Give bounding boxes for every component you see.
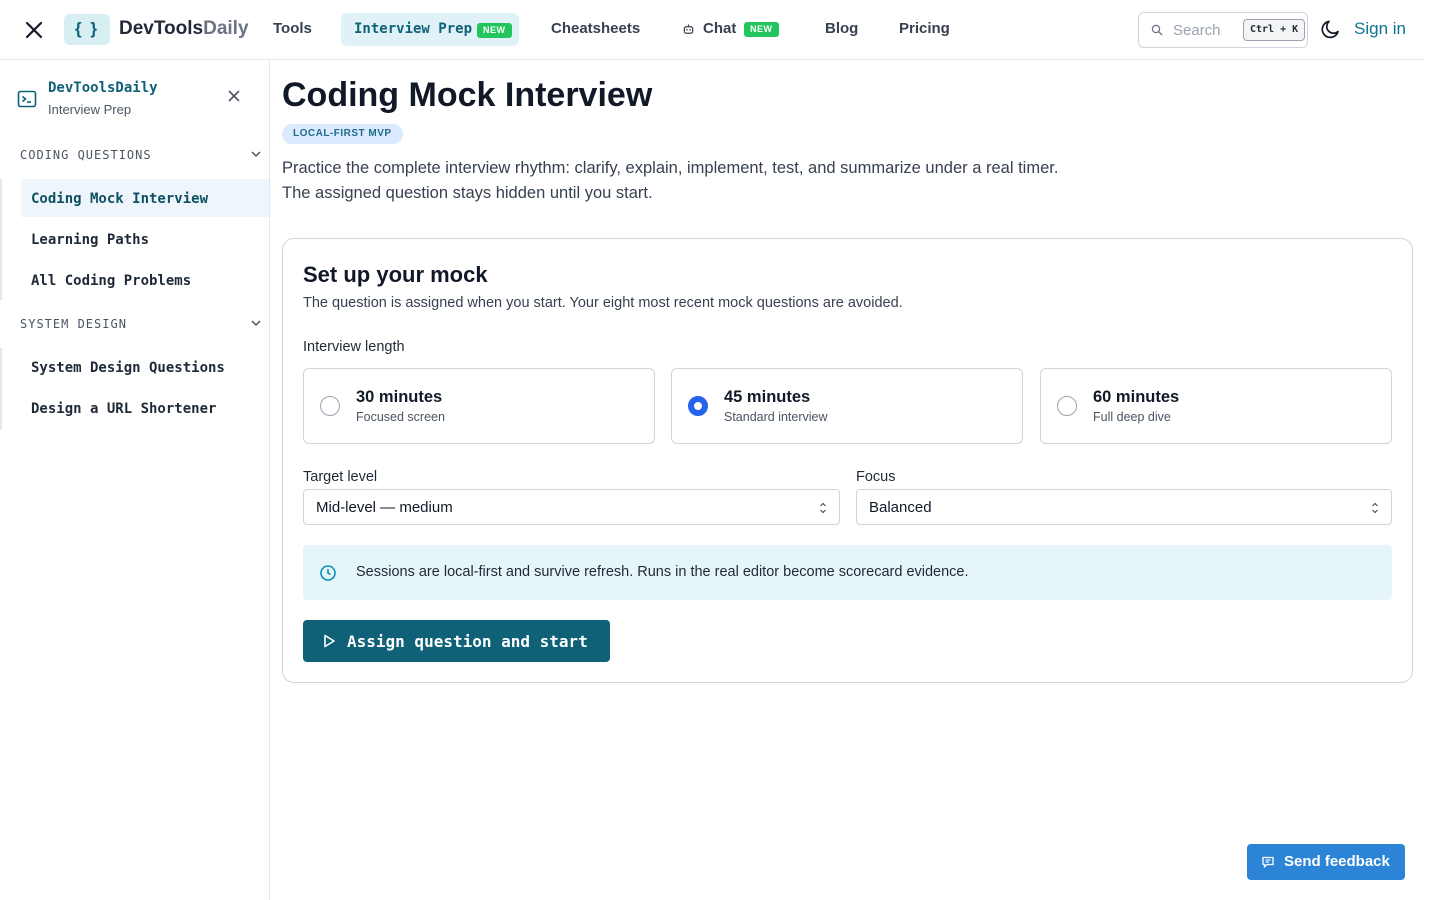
interview-length-label: Interview length xyxy=(303,339,405,355)
nav-interview-prep-label[interactable]: Interview Prep xyxy=(354,21,472,37)
close-icon[interactable] xyxy=(22,18,46,42)
chevron-updown-icon xyxy=(1372,502,1378,514)
logo-icon[interactable]: { } xyxy=(64,14,110,45)
option-subtitle: Standard interview xyxy=(724,410,828,424)
option-subtitle: Full deep dive xyxy=(1093,410,1171,424)
card-heading: Set up your mock xyxy=(303,262,488,287)
focus-label: Focus xyxy=(856,469,896,485)
length-option-45[interactable]: 45 minutes Standard interview xyxy=(671,368,1023,444)
search-icon xyxy=(1151,24,1163,36)
info-text: Sessions are local-first and survive ref… xyxy=(356,564,969,580)
radio-button[interactable] xyxy=(320,396,340,416)
brand-main: DevTools xyxy=(119,18,204,39)
sidebar-subtitle: Interview Prep xyxy=(48,102,132,117)
assign-and-start-button[interactable]: Assign question and start xyxy=(303,620,610,662)
feedback-label: Send feedback xyxy=(1284,853,1390,870)
target-level-select[interactable]: Mid-level — medium xyxy=(303,489,840,525)
nav-cheatsheets[interactable]: Cheatsheets xyxy=(551,20,640,37)
sidebar: DevToolsDaily Interview Prep CODING QUES… xyxy=(0,60,270,900)
length-option-30[interactable]: 30 minutes Focused screen xyxy=(303,368,655,444)
length-option-60[interactable]: 60 minutes Full deep dive xyxy=(1040,368,1392,444)
mock-setup-card: Set up your mock The question is assigne… xyxy=(282,238,1413,683)
sidebar-title: DevToolsDaily xyxy=(48,80,158,96)
sidebar-group-system-design[interactable]: SYSTEM DESIGN xyxy=(20,317,127,331)
nav-tools[interactable]: Tools xyxy=(273,20,312,37)
chevron-down-icon[interactable] xyxy=(250,148,262,160)
option-title: 45 minutes xyxy=(724,388,811,406)
sidebar-group-line xyxy=(0,179,2,300)
nav-pricing[interactable]: Pricing xyxy=(899,20,950,37)
sidebar-item-all-coding-problems[interactable]: All Coding Problems xyxy=(21,261,269,299)
nav-chat[interactable]: Chat xyxy=(703,20,736,37)
robot-icon xyxy=(683,24,694,34)
send-feedback-button[interactable]: Send feedback xyxy=(1247,844,1405,880)
sidebar-group-line xyxy=(0,348,2,430)
sidebar-item-learning-paths[interactable]: Learning Paths xyxy=(21,220,269,258)
search-input[interactable]: Search Ctrl + K xyxy=(1138,12,1308,48)
option-title: 60 minutes xyxy=(1093,388,1180,406)
focus-select[interactable]: Balanced xyxy=(856,489,1392,525)
page-title: Coding Mock Interview xyxy=(282,76,653,114)
terminal-icon xyxy=(17,90,37,108)
focus-value: Balanced xyxy=(869,499,932,516)
play-icon xyxy=(324,634,335,648)
nav-blog[interactable]: Blog xyxy=(825,20,858,37)
start-button-label: Assign question and start xyxy=(347,632,588,651)
search-placeholder: Search xyxy=(1173,22,1221,39)
brand-light: Daily xyxy=(203,18,249,39)
option-subtitle: Focused screen xyxy=(356,410,445,424)
chevron-down-icon[interactable] xyxy=(250,317,262,329)
option-title: 30 minutes xyxy=(356,388,443,406)
message-icon xyxy=(1262,856,1274,868)
brand-name[interactable]: DevToolsDaily xyxy=(119,18,249,40)
target-level-label: Target level xyxy=(303,469,378,485)
sidebar-group-coding-questions[interactable]: CODING QUESTIONS xyxy=(20,148,152,162)
sidebar-item-system-design-questions[interactable]: System Design Questions xyxy=(21,348,269,386)
target-level-value: Mid-level — medium xyxy=(316,499,453,516)
moon-icon[interactable] xyxy=(1319,17,1343,41)
sign-in-link[interactable]: Sign in xyxy=(1354,19,1406,39)
status-badge: LOCAL-FIRST MVP xyxy=(282,124,403,144)
close-icon[interactable] xyxy=(226,88,242,104)
sidebar-item-coding-mock-interview[interactable]: Coding Mock Interview xyxy=(21,179,269,217)
search-shortcut: Ctrl + K xyxy=(1243,19,1306,41)
card-subheading: The question is assigned when you start.… xyxy=(303,295,903,311)
page-intro: Practice the complete interview rhythm: … xyxy=(282,159,1059,202)
chevron-updown-icon xyxy=(820,502,826,514)
new-badge: NEW xyxy=(744,22,779,37)
info-banner: Sessions are local-first and survive ref… xyxy=(303,545,1392,600)
clock-icon xyxy=(320,565,336,581)
new-badge: NEW xyxy=(477,23,512,38)
sidebar-item-design-url-shortener[interactable]: Design a URL Shortener xyxy=(21,389,269,427)
radio-button[interactable] xyxy=(1057,396,1077,416)
top-header: { } DevToolsDaily Tools Interview Prep N… xyxy=(0,0,1425,60)
radio-button-selected[interactable] xyxy=(688,396,708,416)
